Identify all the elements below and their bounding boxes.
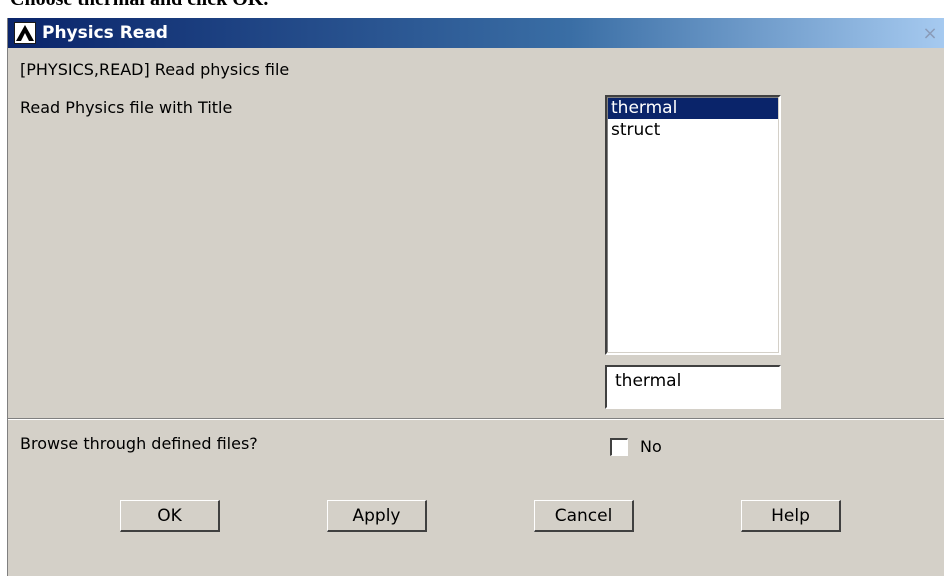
selected-title-field[interactable]: thermal (605, 365, 781, 409)
physics-title-listbox[interactable]: thermal struct (605, 95, 781, 355)
read-physics-label: Read Physics file with Title (20, 98, 233, 117)
window-title: Physics Read (42, 23, 168, 43)
cancel-button[interactable]: Cancel (534, 500, 634, 532)
apply-button[interactable]: Apply (327, 500, 427, 532)
ok-button[interactable]: OK (120, 500, 220, 532)
browse-label: Browse through defined files? (20, 434, 258, 453)
close-button[interactable]: × (919, 24, 941, 44)
list-item-struct[interactable]: struct (608, 120, 778, 141)
help-button[interactable]: Help (741, 500, 841, 532)
browse-checkbox-label: No (640, 437, 662, 456)
physics-read-dialog: Physics Read × [PHYSICS,READ] Read physi… (7, 18, 944, 576)
separator (8, 418, 944, 420)
browse-checkbox[interactable] (610, 438, 628, 456)
list-item-thermal[interactable]: thermal (608, 98, 778, 119)
close-icon: × (922, 23, 938, 44)
ansys-logo-icon (14, 22, 36, 44)
page-caption: Choose thermal and click OK. (10, 0, 710, 8)
command-label: [PHYSICS,READ] Read physics file (20, 60, 290, 79)
title-bar[interactable]: Physics Read × (8, 18, 944, 48)
